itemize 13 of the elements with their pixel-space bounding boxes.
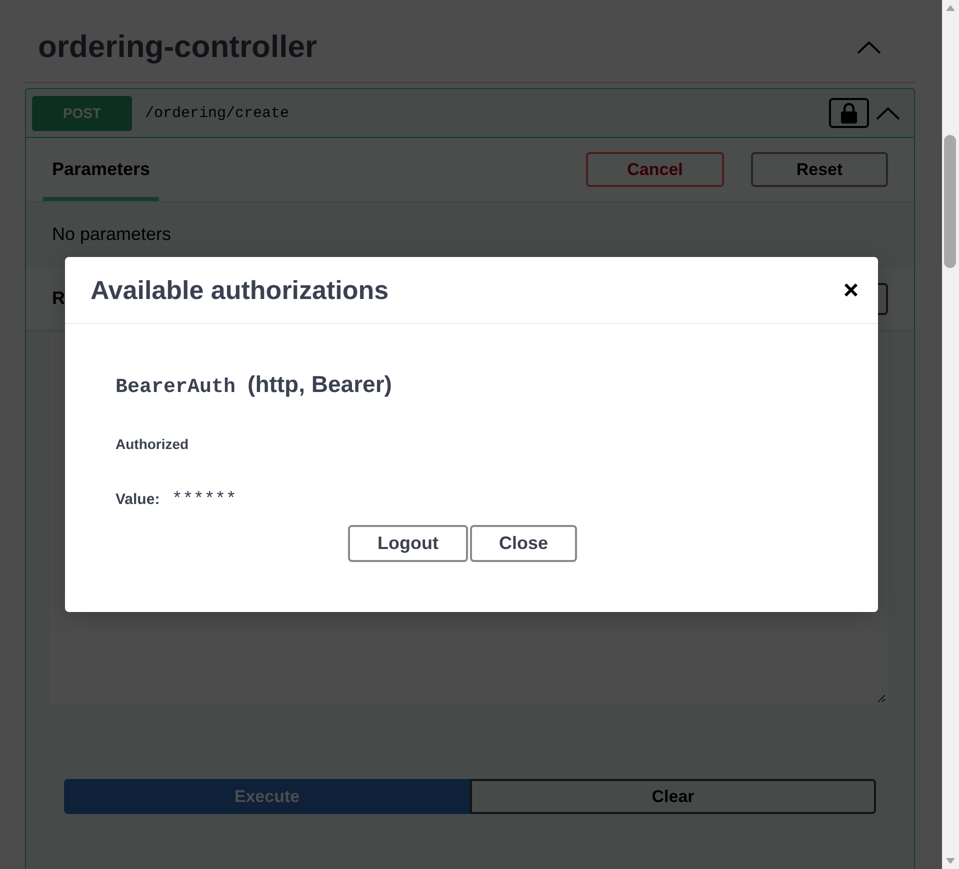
scrollbar-thumb[interactable] [944, 135, 956, 268]
scheme-type: (http, Bearer) [248, 372, 392, 396]
request-body-title: R [51, 288, 65, 309]
dialog-title: Available authorizations [90, 274, 389, 306]
no-parameters-text: No parameters [52, 224, 172, 244]
endpoint-path[interactable]: /ordering/create [145, 104, 290, 122]
masked-token: ****** [172, 490, 236, 510]
close-button[interactable]: Close [470, 525, 577, 562]
close-icon[interactable] [844, 283, 858, 297]
scheme-name: BearerAuth [116, 376, 236, 400]
auth-status: Authorized [116, 436, 189, 452]
value-label: Value: [116, 490, 160, 510]
logout-button[interactable]: Logout [348, 525, 468, 562]
